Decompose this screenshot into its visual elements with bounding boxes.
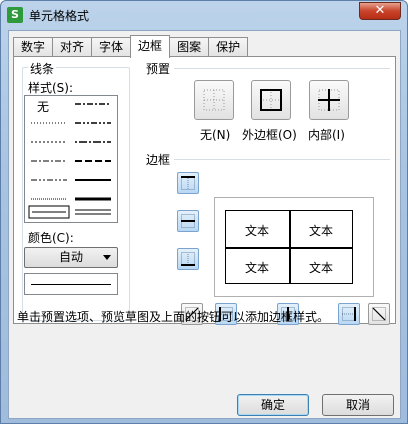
preset-none-button[interactable] (194, 80, 234, 120)
preview-grid[interactable]: 文本 文本 文本 文本 (225, 210, 353, 284)
tab-font[interactable]: 字体 (91, 37, 132, 57)
border-separator (174, 159, 390, 160)
preview-cell-text: 文本 (308, 261, 333, 275)
wps-app-icon: S (7, 7, 23, 23)
top-border-button[interactable] (177, 172, 199, 194)
preset-none-label: 无(N) (200, 128, 231, 142)
tab-pattern[interactable]: 图案 (169, 37, 210, 57)
preset-outline-button[interactable] (251, 80, 291, 120)
line-color-preview (24, 273, 118, 295)
line-group-title: 线条 (28, 60, 57, 77)
close-button[interactable]: ✕ (359, 2, 401, 20)
presets-section-title: 预置 (144, 60, 173, 77)
title-bar[interactable]: S 单元格格式 ✕ (1, 1, 407, 29)
inside-horizontal-border-icon (181, 214, 195, 228)
border-tab-panel: 线条 样式(S): 无 颜色(C): 自动 预置 无(N) 外边框(O) 内部(… (13, 56, 396, 325)
tab-protection[interactable]: 保护 (208, 37, 249, 57)
tab-border[interactable]: 边框 (130, 35, 171, 58)
preset-inside-button[interactable] (309, 80, 349, 120)
preset-outline-label: 外边框(O) (242, 128, 297, 142)
preset-inside-label: 内部(I) (308, 128, 345, 142)
top-border-icon (181, 176, 195, 190)
tab-strip: 数字 对齐 字体 边框 图案 保护 (13, 35, 249, 58)
border-preview[interactable]: 文本 文本 文本 文本 (214, 197, 374, 297)
line-color-label: 颜色(C): (26, 229, 76, 246)
line-style-list[interactable]: 无 (24, 95, 118, 223)
outline-border-icon (260, 89, 282, 111)
window-title: 单元格格式 (29, 9, 90, 23)
diagonal-down-border-button[interactable] (368, 303, 390, 325)
bottom-border-icon (181, 252, 195, 266)
line-style-label: 样式(S): (26, 79, 76, 96)
preview-cell-text: 文本 (308, 224, 333, 238)
preview-cell-text: 文本 (244, 224, 269, 238)
cancel-button[interactable]: 取消 (322, 394, 394, 416)
right-border-icon (342, 307, 356, 321)
preview-cell-text: 文本 (244, 261, 269, 275)
line-style-samples[interactable] (25, 96, 117, 222)
dropdown-arrow-icon (103, 255, 111, 260)
dialog-client-area: 数字 对齐 字体 边框 图案 保护 线条 样式(S): 无 颜色(C): 自动 … (8, 30, 401, 419)
hint-text: 单击预置选项、预览草图及上面的按钮可以添加边框样式。 (17, 310, 330, 324)
inside-horizontal-border-button[interactable] (177, 210, 199, 232)
line-color-value: 自动 (58, 250, 83, 264)
presets-separator (174, 68, 390, 69)
bottom-border-button[interactable] (177, 248, 199, 270)
inside-border-icon (318, 89, 340, 111)
tab-number[interactable]: 数字 (13, 37, 54, 57)
border-section-title: 边框 (144, 151, 173, 168)
line-color-dropdown[interactable]: 自动 (24, 247, 118, 268)
ok-button[interactable]: 确定 (237, 394, 309, 416)
diagonal-down-icon (372, 307, 386, 321)
right-border-button[interactable] (338, 303, 360, 325)
dialog-window: S 单元格格式 ✕ 数字 对齐 字体 边框 图案 保护 线条 样式(S): 无 (0, 0, 408, 424)
no-border-icon (203, 89, 225, 111)
tab-alignment[interactable]: 对齐 (52, 37, 93, 57)
